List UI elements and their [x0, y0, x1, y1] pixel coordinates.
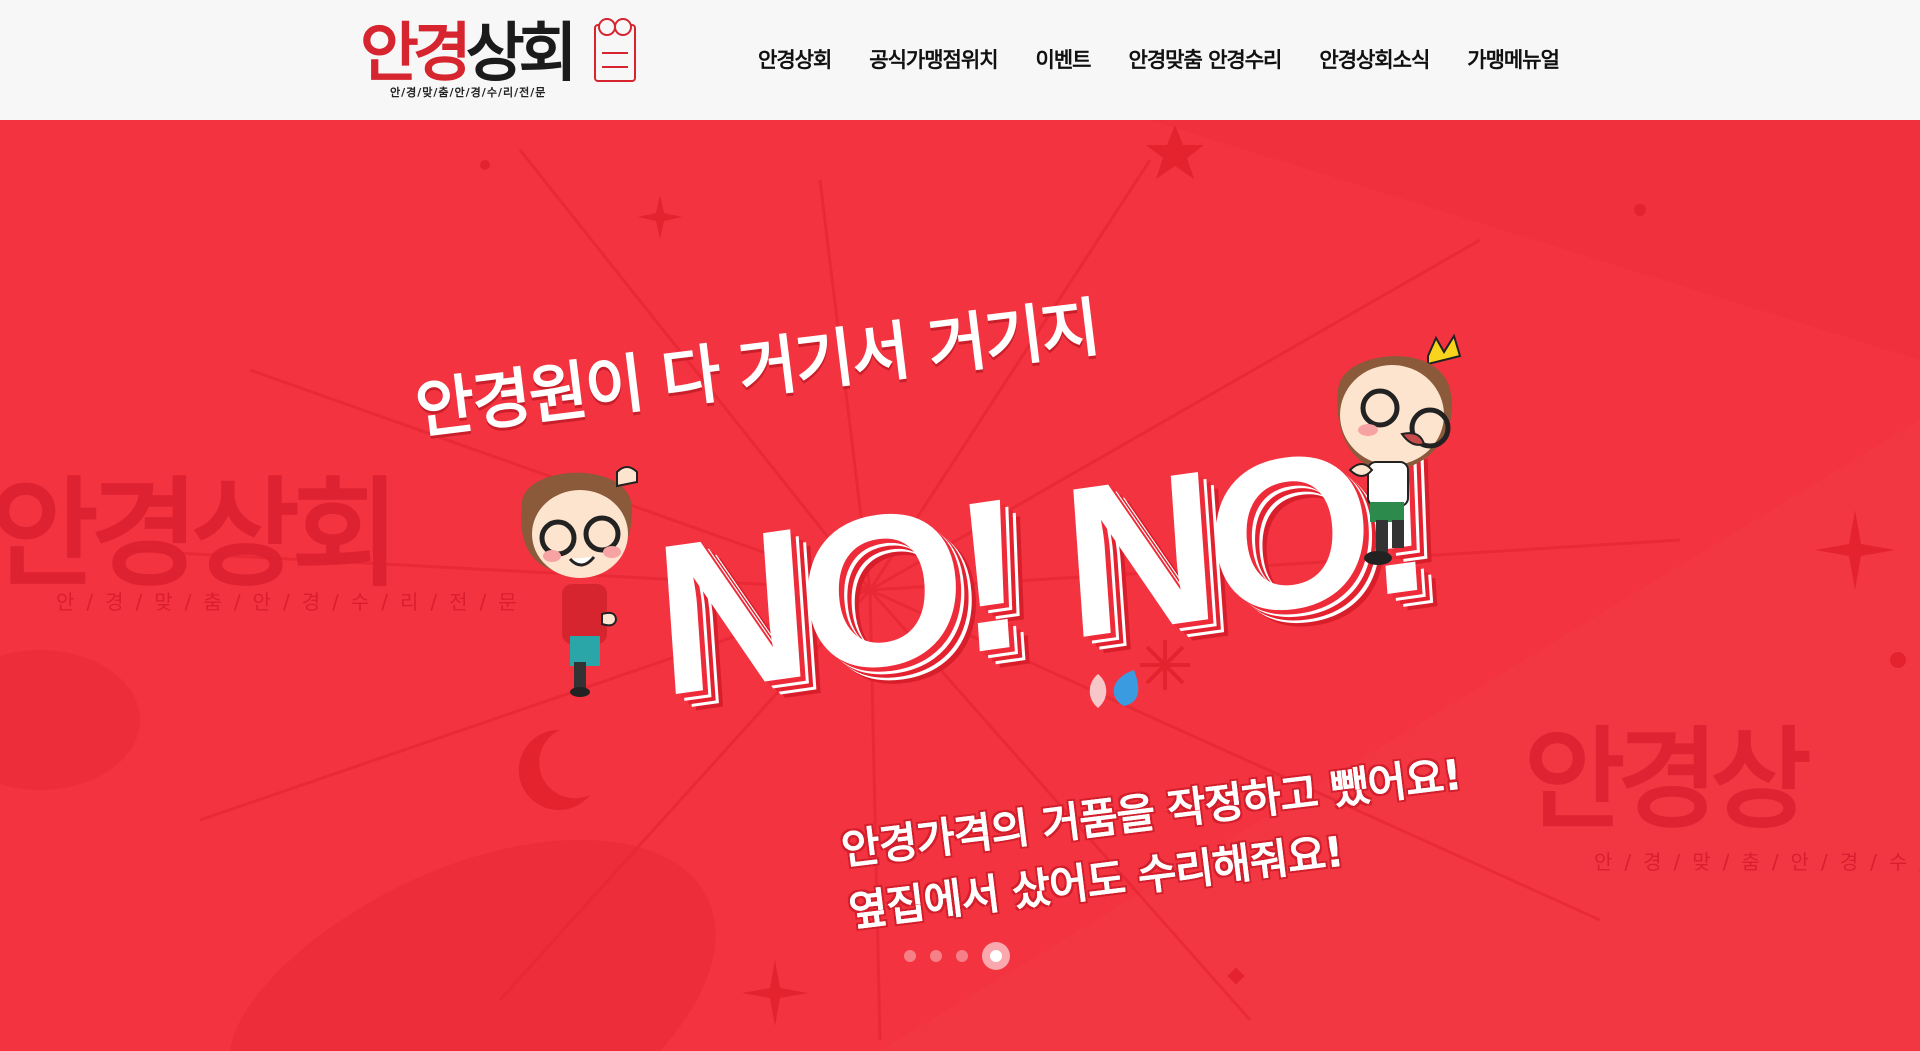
background-brand-watermark: 안경상회	[0, 465, 400, 603]
site-header: 안경상회 안/경/맞/춤/안/경/수/리/전/문 안경상회 공식가맹점위치 이벤…	[0, 0, 1920, 120]
slider-dot-3[interactable]	[956, 950, 968, 962]
nav-item-store-locations[interactable]: 공식가맹점위치	[869, 44, 998, 74]
background-brand-watermark-right: 안경상	[1524, 716, 1812, 844]
right-cartoon-character	[1337, 333, 1462, 565]
nav-item-franchise-manual[interactable]: 가맹메뉴얼	[1467, 44, 1560, 74]
slider-dot-4-active[interactable]	[982, 942, 1010, 970]
seal-stamp-icon	[594, 18, 636, 82]
left-cartoon-character	[521, 466, 638, 697]
nav-item-fitting-repair[interactable]: 안경맞춤 안경수리	[1129, 44, 1283, 74]
site-logo[interactable]: 안경상회 안/경/맞/춤/안/경/수/리/전/문	[358, 18, 638, 100]
hero-banner: 안경상회 안/경/맞/춤/안/경/수/리/전/문 안경상 안/경/맞/춤/안/경…	[0, 120, 1920, 1051]
water-drop-icon	[1089, 670, 1139, 708]
logo-wordmark: 안경상회	[360, 17, 578, 91]
nav-item-about[interactable]: 안경상회	[758, 44, 832, 74]
logo-subtitle: 안/경/맞/춤/안/경/수/리/전/문	[390, 86, 547, 99]
main-nav: 안경상회 공식가맹점위치 이벤트 안경맞춤 안경수리 안경상회소식 가맹메뉴얼	[758, 44, 1560, 74]
slider-dot-2[interactable]	[930, 950, 942, 962]
background-brand-subtitle: 안/경/맞/춤/안/경/수/리/전/문	[56, 590, 529, 614]
slider-pagination	[904, 942, 1010, 970]
nav-item-news[interactable]: 안경상회소식	[1319, 44, 1430, 74]
slider-dot-1[interactable]	[904, 950, 916, 962]
nav-item-events[interactable]: 이벤트	[1036, 44, 1092, 74]
background-brand-subtitle-right: 안/경/맞/춤/안/경/수/리/전	[1594, 850, 1920, 874]
